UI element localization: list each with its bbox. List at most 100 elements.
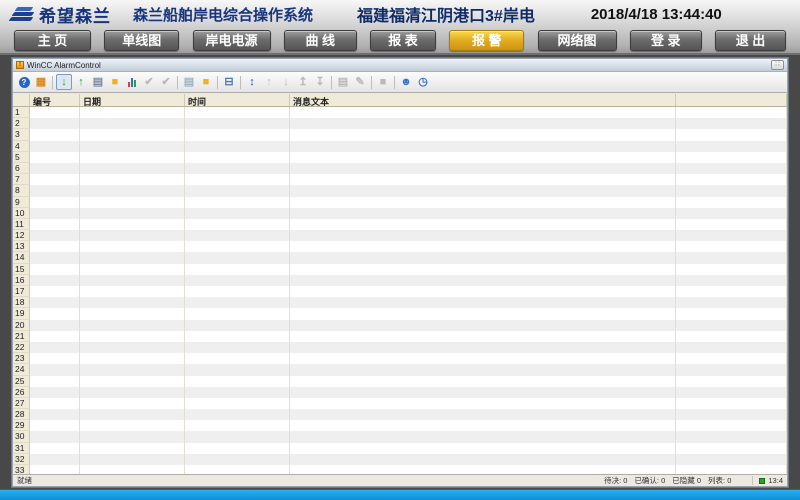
table-row[interactable]: 29 xyxy=(13,420,787,431)
first-message-icon[interactable]: ↑ xyxy=(261,74,277,90)
lock-list-icon[interactable]: ■ xyxy=(107,74,123,90)
table-row[interactable]: 7 xyxy=(13,174,787,185)
table-row[interactable]: 20 xyxy=(13,320,787,331)
table-row[interactable]: 6 xyxy=(13,163,787,174)
info-text-icon[interactable]: ▤ xyxy=(181,74,197,90)
time-base-icon[interactable]: ◷ xyxy=(415,74,431,90)
configuration-icon[interactable]: ▦ xyxy=(33,74,49,90)
table-row[interactable]: 23 xyxy=(13,353,787,364)
row-number-cell: 27 xyxy=(13,398,30,409)
cell-date xyxy=(80,152,185,163)
short-term-archive-icon[interactable]: ↑ xyxy=(73,74,89,90)
cell-filler xyxy=(676,241,787,252)
selection-icon[interactable]: ✎ xyxy=(352,74,368,90)
table-row[interactable]: 28 xyxy=(13,409,787,420)
statistics-icon[interactable] xyxy=(124,74,140,90)
cell-message-text xyxy=(290,420,676,431)
acknowledge-icon[interactable]: ✔ xyxy=(141,74,157,90)
cell-number xyxy=(30,364,80,375)
message-list-icon[interactable]: ↓ xyxy=(56,74,72,90)
lock-dialog-icon[interactable]: ■ xyxy=(198,74,214,90)
print-glyph: ⊟ xyxy=(224,77,233,88)
cell-time xyxy=(185,443,290,454)
table-row[interactable]: 24 xyxy=(13,364,787,375)
table-row[interactable]: 14 xyxy=(13,252,787,263)
cell-date xyxy=(80,465,185,474)
cell-number xyxy=(30,443,80,454)
table-row[interactable]: 5 xyxy=(13,152,787,163)
cell-date xyxy=(80,431,185,442)
help-icon[interactable]: ? xyxy=(16,74,32,90)
group-acknowledge-icon[interactable]: ✔ xyxy=(158,74,174,90)
column-header-message-text[interactable]: 消息文本 xyxy=(290,94,676,106)
next-message-icon[interactable]: ↥ xyxy=(295,74,311,90)
cell-number xyxy=(30,308,80,319)
nav-button-network-diagram[interactable]: 网络图 xyxy=(538,30,617,51)
row-number-cell: 9 xyxy=(13,197,30,208)
nav-button-alarm[interactable]: 报 警 xyxy=(449,30,524,51)
row-number-cell: 30 xyxy=(13,431,30,442)
column-header-number[interactable]: 编号 xyxy=(30,94,80,106)
table-row[interactable]: 30 xyxy=(13,431,787,442)
row-number-cell: 26 xyxy=(13,387,30,398)
row-number-cell: 6 xyxy=(13,163,30,174)
previous-message-icon[interactable]: ↧ xyxy=(312,74,328,90)
emergency-acknowledge-icon[interactable]: ☻ xyxy=(398,74,414,90)
column-header-time[interactable]: 时间 xyxy=(185,94,290,106)
cell-time xyxy=(185,431,290,442)
table-row[interactable]: 9 xyxy=(13,197,787,208)
nav-button-report[interactable]: 报 表 xyxy=(370,30,436,51)
table-row[interactable]: 13 xyxy=(13,241,787,252)
table-row[interactable]: 1 xyxy=(13,107,787,118)
table-row[interactable]: 11 xyxy=(13,219,787,230)
last-message-icon[interactable]: ↓ xyxy=(278,74,294,90)
table-row[interactable]: 10 xyxy=(13,208,787,219)
alarm-window-titlebar[interactable]: ! WinCC AlarmControl ∷ xyxy=(13,59,787,72)
cell-number xyxy=(30,465,80,474)
long-term-archive-icon[interactable]: ▤ xyxy=(90,74,106,90)
cell-filler xyxy=(676,275,787,286)
window-options-button[interactable]: ∷ xyxy=(771,60,784,70)
table-row[interactable]: 4 xyxy=(13,141,787,152)
column-header-filler[interactable] xyxy=(676,94,787,106)
table-row[interactable]: 15 xyxy=(13,264,787,275)
info-text-glyph: ▤ xyxy=(184,77,194,88)
nav-button-shore-power-supply[interactable]: 岸电电源 xyxy=(193,30,271,51)
table-row[interactable]: 25 xyxy=(13,376,787,387)
cell-message-text xyxy=(290,185,676,196)
cell-date xyxy=(80,443,185,454)
table-row[interactable]: 18 xyxy=(13,297,787,308)
nav-button-home[interactable]: 主 页 xyxy=(14,30,91,51)
lock-icon[interactable]: ■ xyxy=(375,74,391,90)
column-header-date[interactable]: 日期 xyxy=(80,94,185,106)
table-row[interactable]: 8 xyxy=(13,185,787,196)
table-row[interactable]: 27 xyxy=(13,398,787,409)
table-row[interactable]: 3 xyxy=(13,129,787,140)
table-row[interactable]: 33 xyxy=(13,465,787,474)
table-row[interactable]: 16 xyxy=(13,275,787,286)
table-row[interactable]: 2 xyxy=(13,118,787,129)
statusbar-counters: 待决: 0已确认: 0已隐藏 0列表: 013:4 xyxy=(604,475,783,486)
print-icon[interactable]: ⊟ xyxy=(221,74,237,90)
nav-button-curve[interactable]: 曲 线 xyxy=(284,30,357,51)
cell-number xyxy=(30,331,80,342)
cell-number xyxy=(30,454,80,465)
table-row[interactable]: 17 xyxy=(13,286,787,297)
table-row[interactable]: 19 xyxy=(13,308,787,319)
nav-button-single-line-diagram[interactable]: 单线图 xyxy=(104,30,179,51)
autoscroll-icon[interactable]: ↕ xyxy=(244,74,260,90)
cell-time xyxy=(185,185,290,196)
table-row[interactable]: 21 xyxy=(13,331,787,342)
row-number-cell: 3 xyxy=(13,129,30,140)
table-row[interactable]: 12 xyxy=(13,230,787,241)
table-row[interactable]: 32 xyxy=(13,454,787,465)
nav-button-login[interactable]: 登 录 xyxy=(630,30,702,51)
nav-button-exit[interactable]: 退 出 xyxy=(715,30,786,51)
table-row[interactable]: 22 xyxy=(13,342,787,353)
table-row[interactable]: 26 xyxy=(13,387,787,398)
cell-number xyxy=(30,431,80,442)
column-header-row-number[interactable] xyxy=(13,94,30,106)
table-row[interactable]: 31 xyxy=(13,443,787,454)
comments-icon[interactable]: ▤ xyxy=(335,74,351,90)
cell-date xyxy=(80,364,185,375)
